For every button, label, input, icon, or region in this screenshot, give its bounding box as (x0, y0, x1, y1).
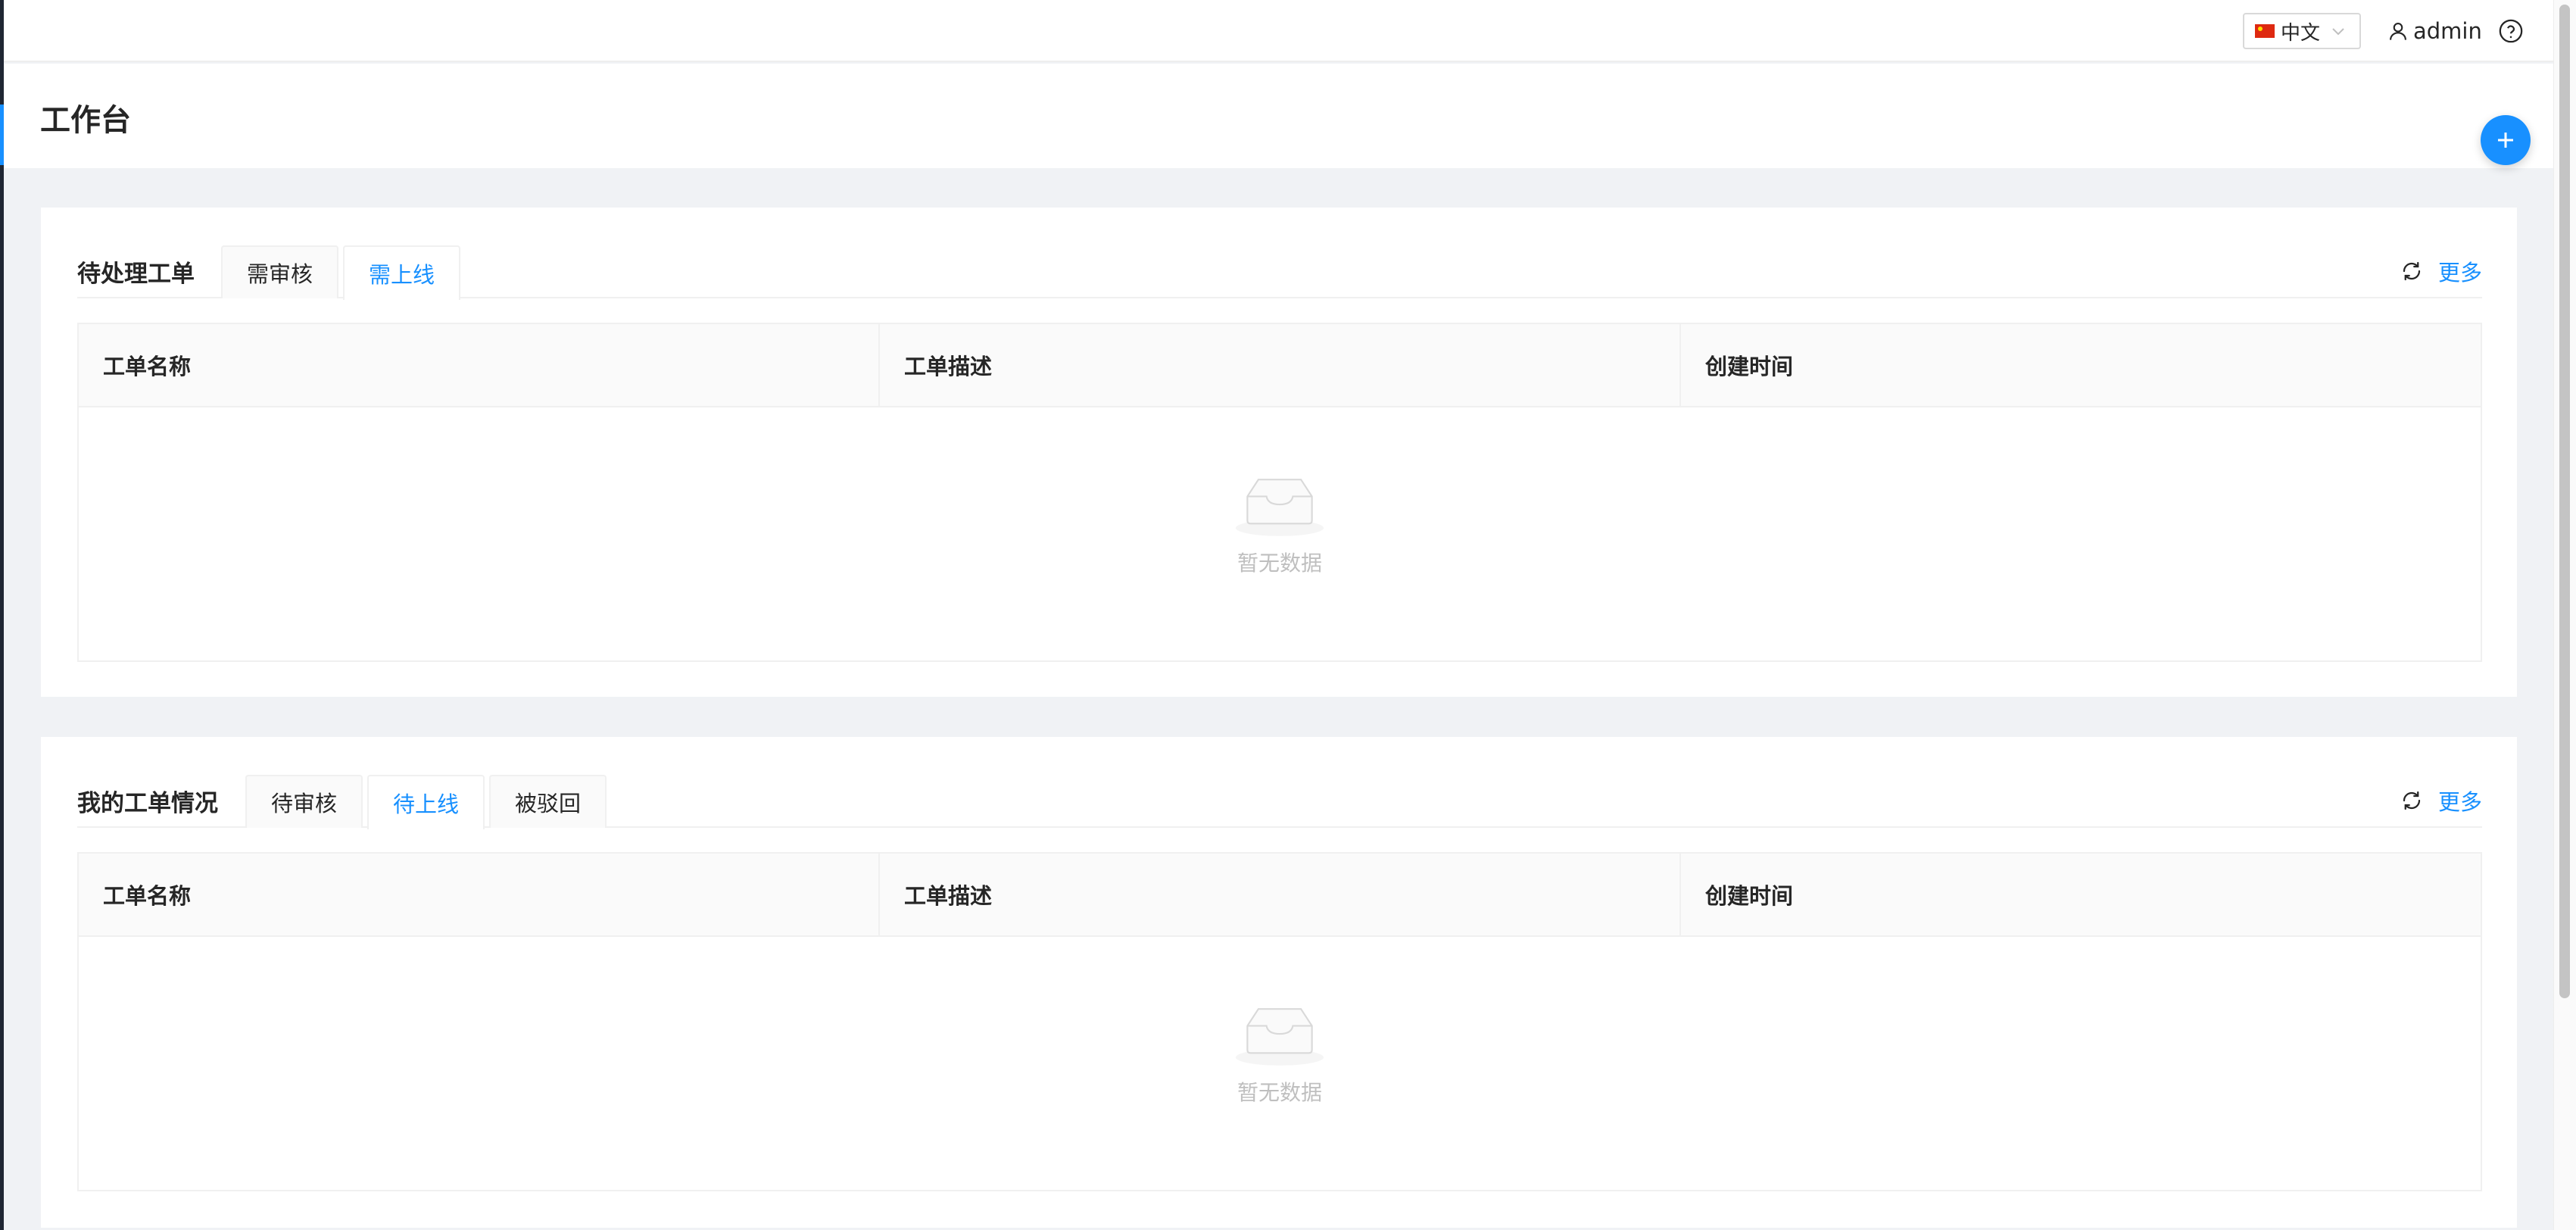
column-header-order-description[interactable]: 工单描述 (880, 324, 1681, 406)
empty-inbox-icon (1235, 1008, 1324, 1066)
empty-state: 暂无数据 (79, 409, 2481, 662)
page-title: 工作台 (40, 103, 131, 138)
scrollbar-thumb[interactable] (2559, 5, 2570, 998)
refresh-icon[interactable] (2400, 260, 2423, 283)
tab-pending-review[interactable]: 待审核 (245, 775, 363, 828)
pending-orders-header: 待处理工单 需审核 需上线 更多 (77, 244, 2482, 300)
my-orders-table: 工单名称 工单描述 创建时间 暂无数据 (77, 852, 2482, 1191)
column-header-created-time[interactable]: 创建时间 (1681, 324, 2481, 406)
user-icon (2390, 23, 2406, 40)
help-icon[interactable] (2498, 18, 2524, 44)
column-header-order-name[interactable]: 工单名称 (79, 854, 880, 935)
column-header-created-time[interactable]: 创建时间 (1681, 854, 2481, 935)
page-scrollbar[interactable] (2553, 0, 2576, 1230)
pending-orders-tabs: 需审核 需上线 (221, 244, 465, 300)
empty-text: 暂无数据 (1237, 551, 1322, 576)
plus-icon (2498, 133, 2513, 148)
language-select[interactable]: 中文 (2243, 13, 2361, 49)
page-header: 工作台 (4, 64, 2553, 168)
user-menu[interactable]: admin (2387, 14, 2482, 48)
chevron-down-icon (2332, 28, 2344, 36)
create-button[interactable] (2481, 115, 2531, 165)
tab-need-review[interactable]: 需审核 (221, 245, 339, 298)
my-orders-actions: 更多 (2400, 773, 2482, 828)
tab-need-deploy[interactable]: 需上线 (343, 245, 461, 300)
pending-orders-title: 待处理工单 (77, 260, 195, 288)
refresh-icon[interactable] (2400, 789, 2423, 812)
empty-inbox-icon (1235, 479, 1324, 536)
my-orders-header: 我的工单情况 待审核 待上线 被驳回 更多 (77, 773, 2482, 829)
app-root: 中文 admin 工作台 待处理工单 需审核 需上线 更多 工单名称 工单描述 … (0, 0, 2576, 1230)
table-header: 工单名称 工单描述 创建时间 (79, 324, 2481, 407)
column-header-order-description[interactable]: 工单描述 (880, 854, 1681, 935)
my-orders-tabs: 待审核 待上线 被驳回 (245, 773, 611, 829)
more-link[interactable]: 更多 (2438, 785, 2482, 816)
tab-rejected[interactable]: 被驳回 (489, 775, 607, 828)
empty-text: 暂无数据 (1237, 1080, 1322, 1105)
column-header-order-name[interactable]: 工单名称 (79, 324, 880, 406)
table-header: 工单名称 工单描述 创建时间 (79, 854, 2481, 937)
pending-orders-actions: 更多 (2400, 244, 2482, 298)
top-header: 中文 admin (4, 0, 2553, 62)
username: admin (2413, 18, 2482, 44)
language-select-value: 中文 (2281, 21, 2321, 45)
sidebar-edge (0, 0, 4, 1230)
more-link[interactable]: 更多 (2438, 255, 2482, 287)
pending-orders-card: 待处理工单 需审核 需上线 更多 工单名称 工单描述 创建时间 暂无数据 (41, 208, 2517, 697)
empty-state: 暂无数据 (79, 938, 2481, 1191)
my-orders-card: 我的工单情况 待审核 待上线 被驳回 更多 工单名称 工单描述 创建时间 暂无数… (41, 737, 2517, 1228)
pending-orders-table: 工单名称 工单描述 创建时间 暂无数据 (77, 323, 2482, 662)
my-orders-title: 我的工单情况 (77, 789, 218, 817)
china-flag-icon (2255, 24, 2275, 38)
tab-pending-deploy[interactable]: 待上线 (367, 775, 485, 829)
